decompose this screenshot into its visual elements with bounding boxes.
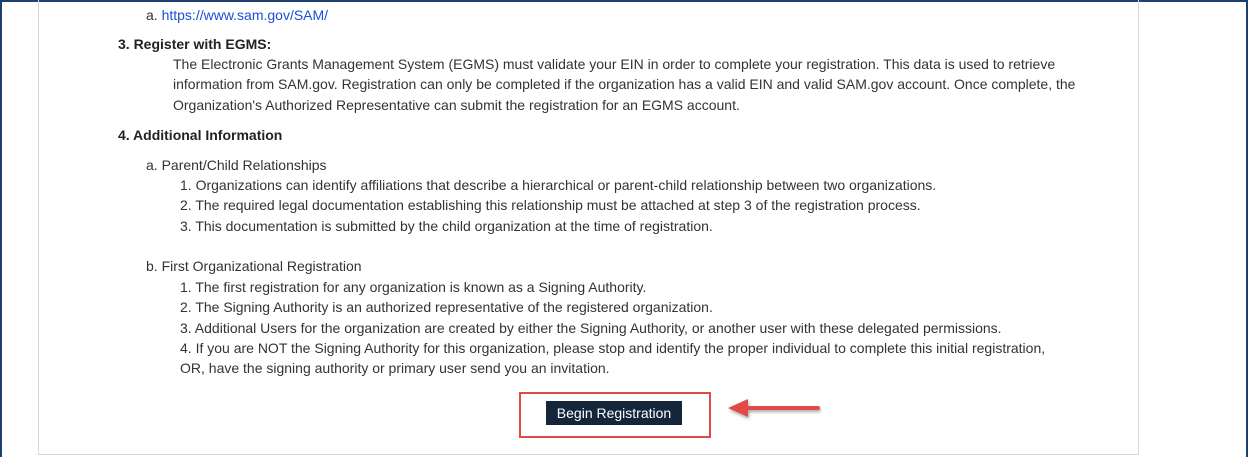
subsection-a-item-3: 3. This documentation is submitted by th… (180, 218, 713, 234)
section-3-text-line-2: information from SAM.gov. Registration c… (173, 76, 1076, 92)
section-3-heading: 3. Register with EGMS: (118, 36, 272, 52)
section-3-text-line-1: The Electronic Grants Management System … (173, 56, 1056, 72)
content-panel: a. https://www.sam.gov/SAM/ 3. Register … (38, 0, 1139, 455)
sam-link-row: a. https://www.sam.gov/SAM/ (146, 5, 328, 25)
red-left-arrow-icon (728, 399, 820, 417)
section-3-text-line-3: Organization's Authorized Representative… (173, 97, 740, 113)
section-4-heading: 4. Additional Information (118, 127, 283, 143)
subsection-a-item-2: 2. The required legal documentation esta… (180, 197, 921, 213)
subsection-b-item-2: 2. The Signing Authority is an authorize… (180, 299, 713, 315)
subsection-a-title: a. Parent/Child Relationships (146, 157, 327, 173)
sam-link-prefix: a. (146, 7, 158, 23)
subsection-b-title: b. First Organizational Registration (146, 258, 362, 274)
subsection-b-item-4-continued: OR, have the signing authority or primar… (180, 360, 610, 376)
subsection-b-item-3: 3. Additional Users for the organization… (180, 320, 1002, 336)
subsection-b-item-4: 4. If you are NOT the Signing Authority … (180, 340, 1046, 356)
highlight-box (519, 392, 711, 438)
sam-link[interactable]: https://www.sam.gov/SAM/ (162, 7, 329, 23)
subsection-a-item-1: 1. Organizations can identify affiliatio… (180, 177, 937, 193)
subsection-b-item-1: 1. The first registration for any organi… (180, 279, 647, 295)
